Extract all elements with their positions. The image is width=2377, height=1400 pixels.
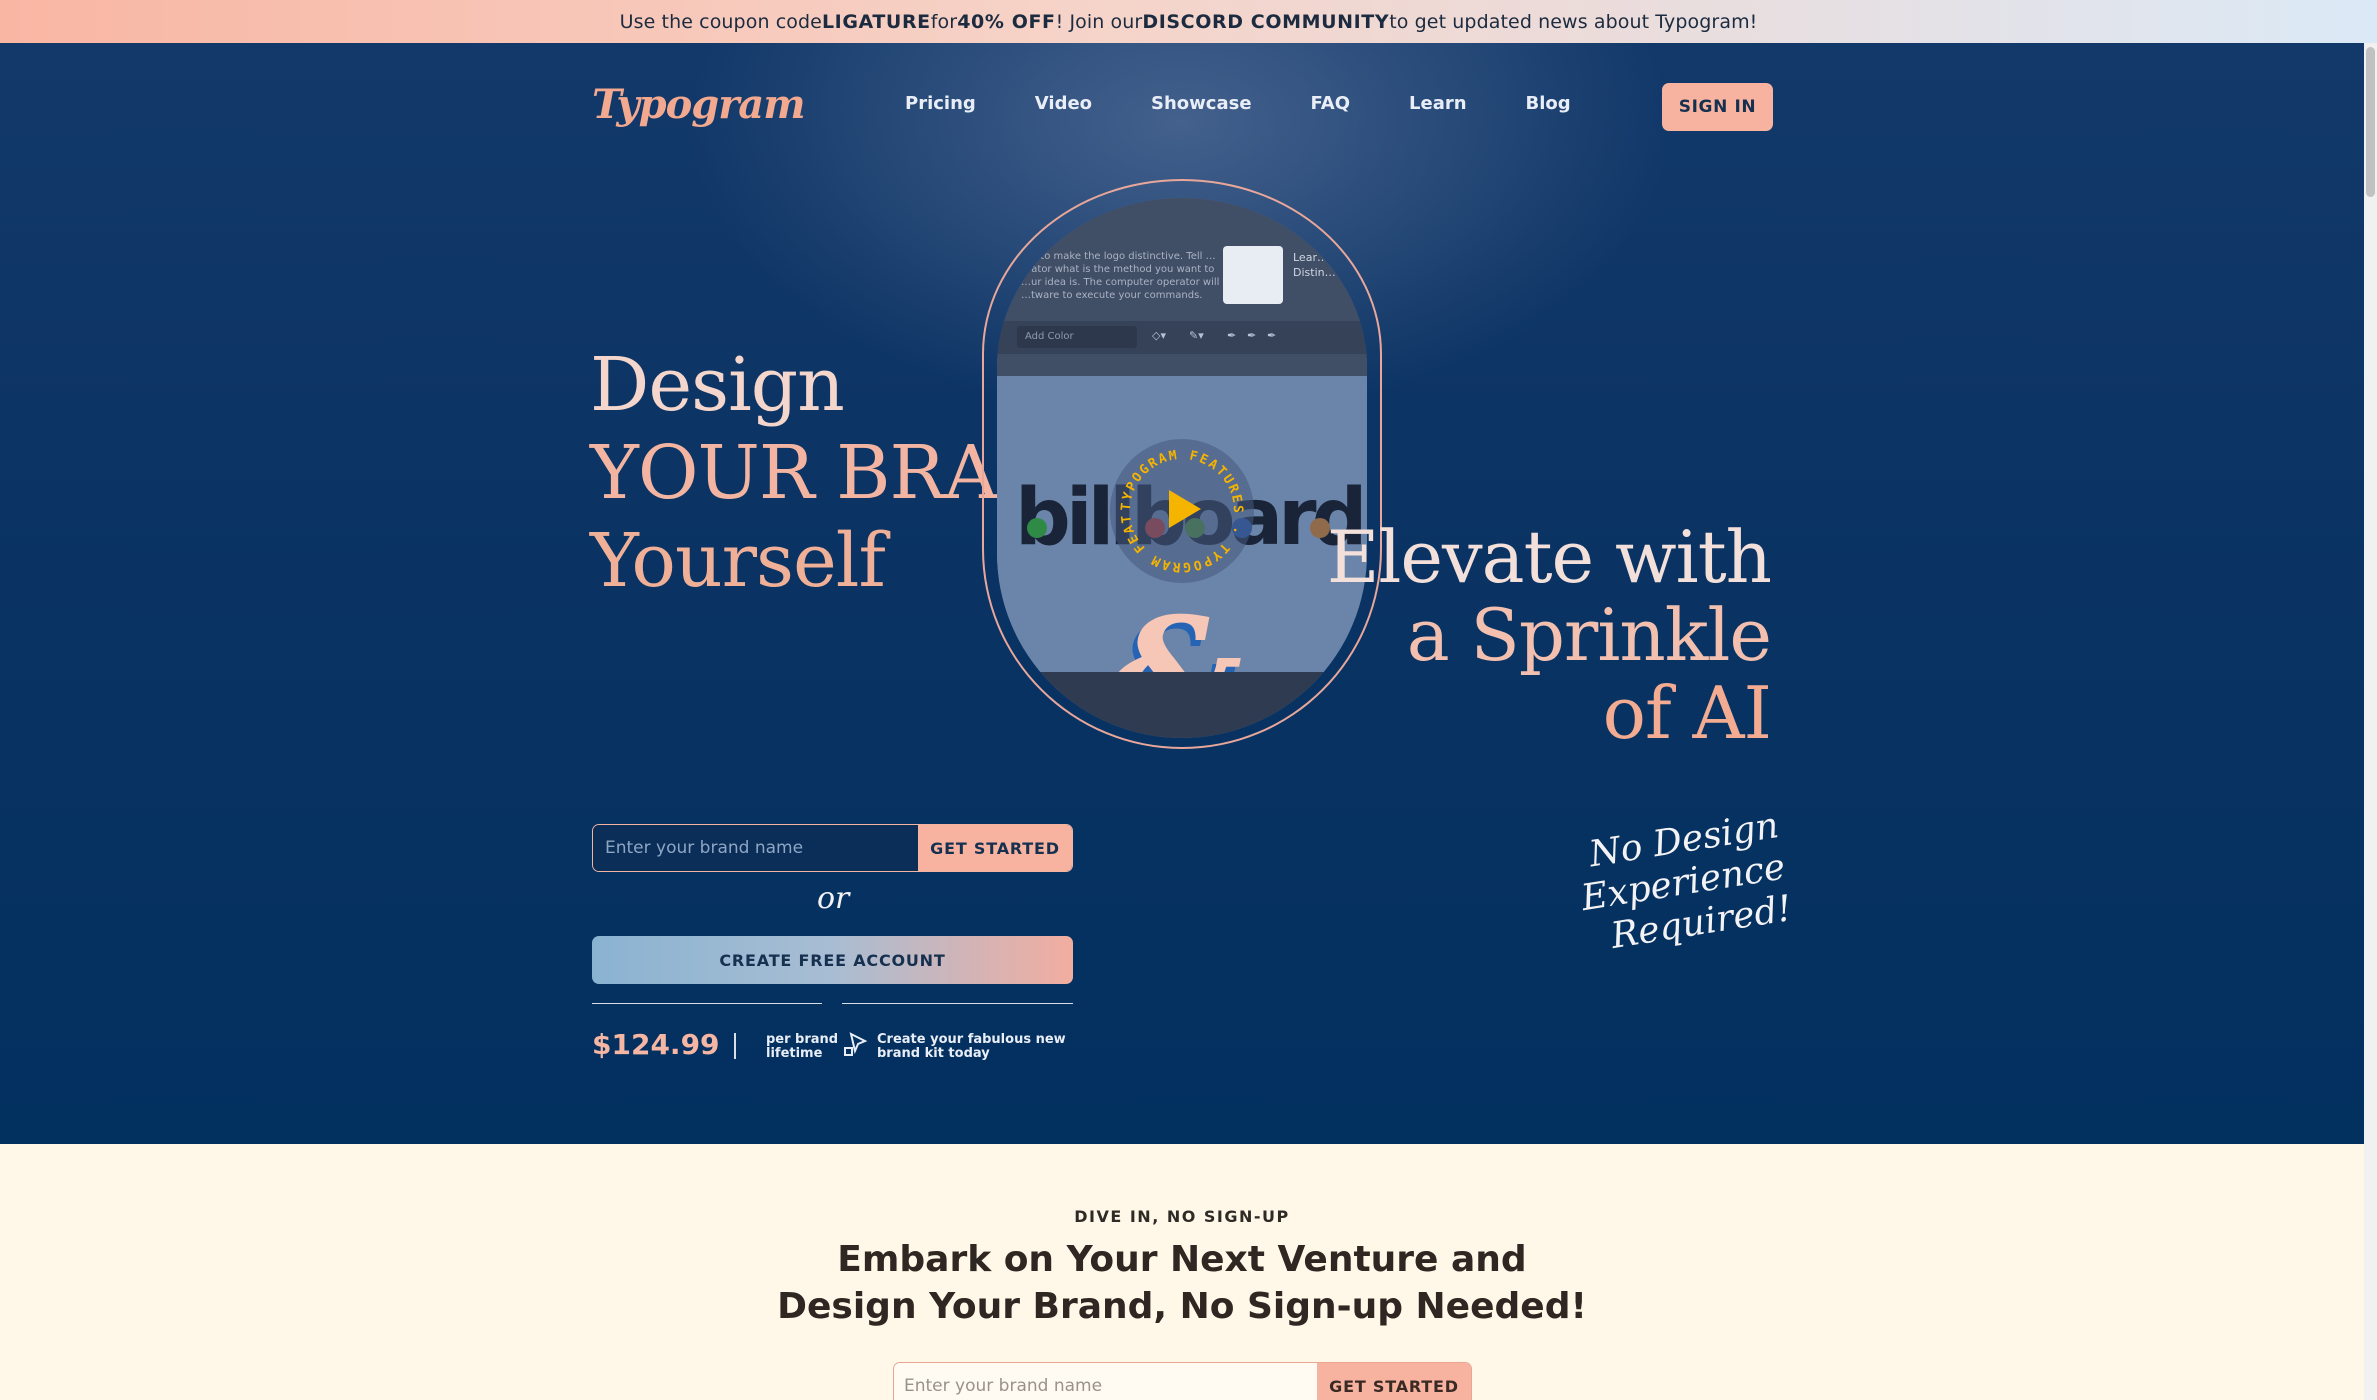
section-title-line-1: Embark on Your Next Venture and — [837, 1239, 1527, 1280]
cursor-pen-icon — [843, 1031, 869, 1057]
announcement-text-4: to get updated news about Typogram! — [1389, 10, 1758, 33]
section-title: Embark on Your Next Venture and Design Y… — [0, 1236, 2364, 1330]
scrollbar-thumb[interactable] — [2366, 47, 2375, 197]
pen-tool-icon-3: ✒ — [1267, 329, 1277, 342]
no-signup-section: DIVE IN, NO SIGN-UP Embark on Your Next … — [0, 1144, 2364, 1400]
hero-section: Typogram Pricing Video Showcase FAQ Lear… — [0, 43, 2364, 1144]
nav-learn[interactable]: Learn — [1409, 93, 1467, 114]
price-note: per brand lifetime — [766, 1033, 838, 1061]
or-divider: or — [817, 881, 850, 916]
nav-video[interactable]: Video — [1035, 93, 1092, 114]
page-scrollbar[interactable] — [2364, 43, 2377, 1400]
announcement-text-1: Use the coupon code — [619, 10, 822, 33]
brush-tool-icon: ✎▾ — [1189, 329, 1204, 342]
add-color-select: Add Color — [1017, 326, 1137, 348]
elevate-line-2: a Sprinkle — [1406, 593, 1772, 677]
brand-name-form: GET STARTED — [592, 824, 1073, 872]
announcement-text-2: for — [930, 10, 958, 33]
price-value: $124.99 — [592, 1028, 720, 1061]
section-title-line-2: Design Your Brand, No Sign-up Needed! — [777, 1286, 1587, 1327]
brand-name-input-2[interactable] — [894, 1363, 1317, 1400]
shape-tool-icon: ◇▾ — [1152, 329, 1166, 342]
video-app-dup-label: Dup — [1307, 702, 1328, 713]
discord-link[interactable]: DISCORD COMMUNITY — [1142, 11, 1389, 33]
price-note-line-2: lifetime — [766, 1046, 823, 1061]
coupon-code: LIGATURE — [821, 10, 931, 33]
create-free-account-button[interactable]: CREATE FREE ACCOUNT — [592, 936, 1073, 984]
discount-text: 40% OFF — [957, 10, 1056, 33]
video-thumbnail-label: Lear… Distin… — [1293, 250, 1336, 280]
sign-in-button[interactable]: SIGN IN — [1662, 83, 1773, 131]
video-app-text: …a to make the logo distinctive. Tell …e… — [1021, 251, 1220, 301]
get-started-button[interactable]: GET STARTED — [918, 825, 1072, 871]
nav-pricing[interactable]: Pricing — [905, 93, 976, 114]
divider-rule-right — [842, 1003, 1073, 1004]
play-icon[interactable] — [1169, 490, 1201, 528]
brand-name-input[interactable] — [593, 825, 918, 871]
nav-blog[interactable]: Blog — [1526, 93, 1571, 114]
announcement-bar: Use the coupon code LIGATURE for 40% OFF… — [0, 0, 2377, 43]
divider-rule-left — [592, 1003, 822, 1004]
green-dot — [1027, 518, 1047, 538]
feature-video[interactable]: …a to make the logo distinctive. Tell …e… — [997, 198, 1367, 738]
video-thumbnail-card — [1223, 246, 1283, 304]
nav-showcase[interactable]: Showcase — [1151, 93, 1252, 114]
get-started-button-2[interactable]: GET STARTED — [1317, 1363, 1471, 1400]
elevate-headline: Elevate with a Sprinkle of AI — [1326, 515, 1772, 755]
nav-faq[interactable]: FAQ — [1311, 93, 1350, 114]
thumb-label-line-1: Lear… — [1293, 251, 1328, 264]
no-design-tagline: No Design Experience Required! — [1469, 805, 1795, 978]
elevate-line-3: of AI — [1602, 671, 1772, 755]
thumb-label-line-2: Distin… — [1293, 266, 1336, 279]
logo[interactable]: Typogram — [592, 81, 806, 128]
brand-name-form-2: GET STARTED — [893, 1362, 1472, 1400]
announcement-text-3: ! Join our — [1055, 10, 1143, 33]
section-kicker: DIVE IN, NO SIGN-UP — [1074, 1207, 1290, 1226]
elevate-line-1: Elevate with — [1326, 515, 1772, 599]
price-separator — [734, 1033, 736, 1059]
main-nav: Pricing Video Showcase FAQ Learn Blog — [905, 93, 1630, 114]
price-note-line-1: per brand — [766, 1032, 839, 1047]
brand-kit-note: Create your fabulous new brand kit today — [877, 1032, 1066, 1061]
